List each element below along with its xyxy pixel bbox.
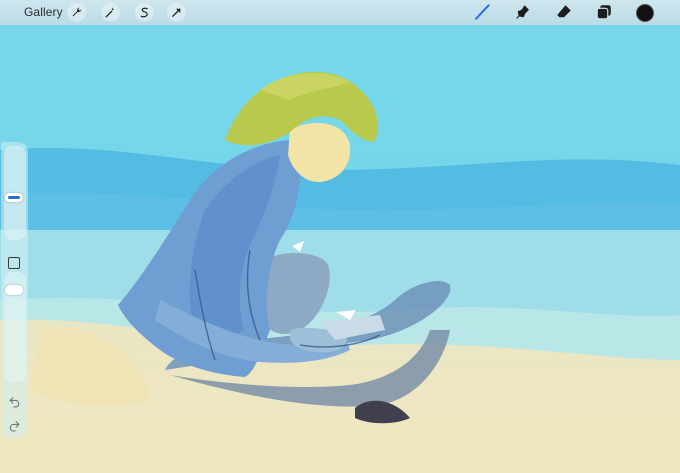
arrow-transform-icon[interactable] xyxy=(167,3,186,22)
opacity-thumb[interactable] xyxy=(5,285,23,295)
eraser-icon[interactable] xyxy=(554,2,574,22)
brush-size-thumb[interactable] xyxy=(5,193,23,202)
smudge-icon[interactable] xyxy=(513,2,533,22)
color-picker-button[interactable] xyxy=(636,4,654,22)
brush-icon[interactable] xyxy=(472,2,492,22)
undo-icon[interactable] xyxy=(7,394,21,408)
drawing-canvas[interactable] xyxy=(0,0,680,473)
layers-icon[interactable] xyxy=(594,2,614,22)
magic-wand-icon[interactable] xyxy=(101,3,120,22)
redo-icon[interactable] xyxy=(7,418,21,432)
gallery-button[interactable]: Gallery xyxy=(24,5,63,19)
top-toolbar: Gallery xyxy=(0,0,680,25)
selection-s-icon[interactable] xyxy=(135,3,154,22)
size-thumb-indicator xyxy=(8,196,20,199)
wrench-icon[interactable] xyxy=(67,3,86,22)
modify-button[interactable] xyxy=(8,257,20,269)
